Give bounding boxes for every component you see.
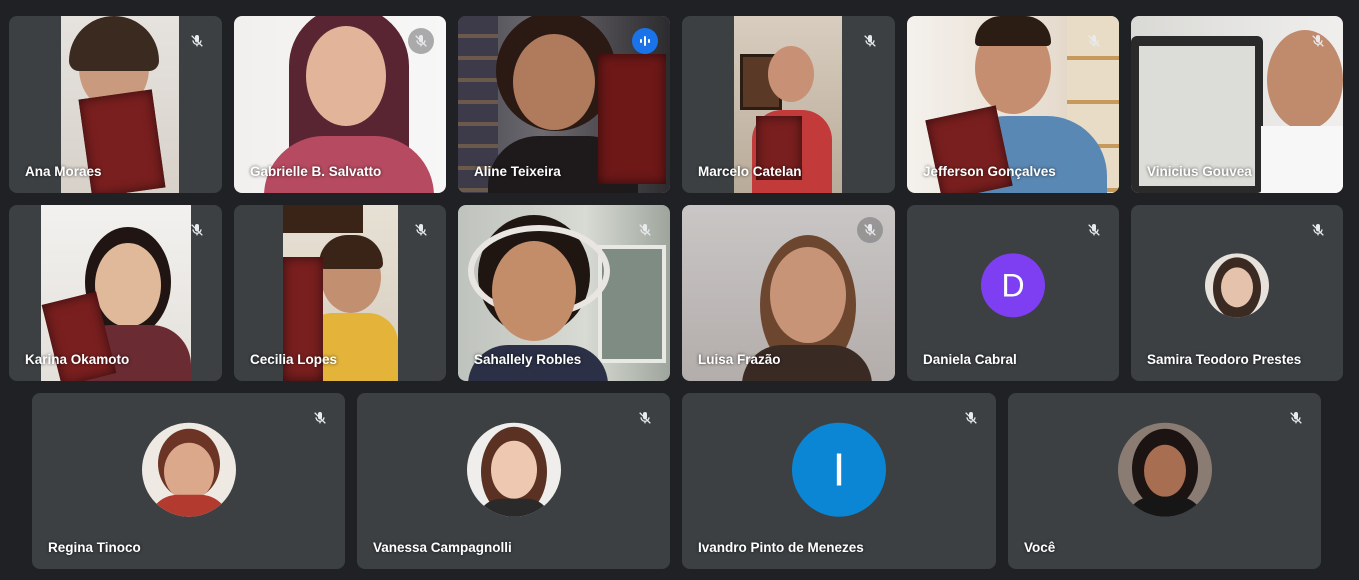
audio-level-icon <box>632 28 658 54</box>
participant-name: Vinicius Gouvea <box>1147 164 1252 179</box>
mic-off-icon <box>408 28 434 54</box>
mic-off-icon <box>632 405 658 431</box>
participant-tile-jefferson-goncalves[interactable]: Jefferson Gonçalves <box>907 16 1119 193</box>
avatar <box>1205 253 1269 318</box>
avatar <box>1117 422 1212 517</box>
participant-name: Karina Okamoto <box>25 352 130 367</box>
mic-off-icon <box>857 217 883 243</box>
participant-tile-ana-moraes[interactable]: Ana Moraes <box>9 16 222 193</box>
mic-off-icon <box>958 405 984 431</box>
participant-tile-ivandro-menezes[interactable]: I Ivandro Pinto de Menezes <box>682 393 996 569</box>
mic-off-icon <box>632 217 658 243</box>
mic-off-icon <box>307 405 333 431</box>
participant-name: Jefferson Gonçalves <box>923 164 1056 179</box>
mic-off-icon <box>1081 28 1107 54</box>
participant-tile-sahallely-robles[interactable]: Sahallely Robles <box>458 205 670 381</box>
participant-tile-regina-tinoco[interactable]: Regina Tinoco <box>32 393 345 569</box>
participant-name: Ana Moraes <box>25 164 102 179</box>
participant-name: Marcelo Catelan <box>698 164 802 179</box>
participant-name: Regina Tinoco <box>48 540 141 555</box>
participant-tile-marcelo-catelan[interactable]: Marcelo Catelan <box>682 16 895 193</box>
avatar: D <box>981 253 1045 318</box>
participant-tile-samira-prestes[interactable]: Samira Teodoro Prestes <box>1131 205 1343 381</box>
participant-tile-vinicius-gouvea[interactable]: Vinicius Gouvea <box>1131 16 1343 193</box>
participant-tile-daniela-cabral[interactable]: D Daniela Cabral <box>907 205 1119 381</box>
participant-tile-aline-teixeira[interactable]: Aline Teixeira <box>458 16 670 193</box>
mic-off-icon <box>184 28 210 54</box>
participant-name: Vanessa Campagnolli <box>373 540 512 555</box>
participant-tile-luisa-frazao[interactable]: Luisa Frazão <box>682 205 895 381</box>
participant-tile-vanessa-campagnolli[interactable]: Vanessa Campagnolli <box>357 393 670 569</box>
participant-name: Samira Teodoro Prestes <box>1147 352 1302 367</box>
mic-off-icon <box>1305 217 1331 243</box>
mic-off-icon <box>857 28 883 54</box>
participant-name: Cecilia Lopes <box>250 352 338 367</box>
avatar: I <box>792 422 886 517</box>
participant-name: Luisa Frazão <box>698 352 781 367</box>
participant-name: Gabrielle B. Salvatto <box>250 164 382 179</box>
participant-name: Daniela Cabral <box>923 352 1017 367</box>
mic-off-icon <box>1305 28 1331 54</box>
participant-tile-karina-okamoto[interactable]: Karina Okamoto <box>9 205 222 381</box>
participant-tile-cecilia-lopes[interactable]: Cecilia Lopes <box>234 205 446 381</box>
participant-tile-gabrielle-salvatto[interactable]: Gabrielle B. Salvatto <box>234 16 446 193</box>
avatar-initial: D <box>1001 266 1025 303</box>
mic-off-icon <box>184 217 210 243</box>
mic-off-icon <box>408 217 434 243</box>
participant-name: Ivandro Pinto de Menezes <box>698 540 864 555</box>
mic-off-icon <box>1081 217 1107 243</box>
mic-off-icon <box>1283 405 1309 431</box>
participant-name: Sahallely Robles <box>474 352 582 367</box>
avatar-initial: I <box>832 443 846 496</box>
participant-name: Você <box>1024 540 1056 555</box>
participant-tile-voce[interactable]: Você <box>1008 393 1321 569</box>
avatar <box>141 422 236 517</box>
participant-name: Aline Teixeira <box>474 164 561 179</box>
avatar <box>466 422 561 517</box>
